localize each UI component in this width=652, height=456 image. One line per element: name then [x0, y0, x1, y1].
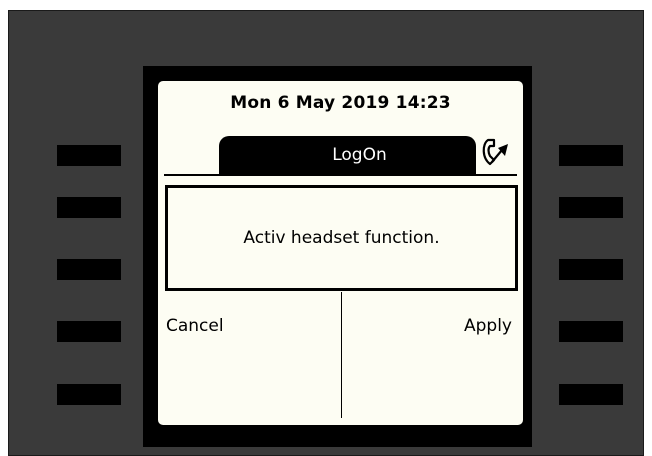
- left-softkey-5[interactable]: [57, 384, 121, 405]
- tab-underline: [164, 174, 517, 176]
- apply-button[interactable]: Apply: [464, 316, 512, 336]
- tab-logon[interactable]: LogOn: [219, 136, 476, 174]
- message-text: Activ headset function.: [243, 228, 440, 248]
- right-softkey-5[interactable]: [559, 384, 623, 405]
- date-time: Mon 6 May 2019 14:23: [230, 93, 451, 113]
- left-softkey-4[interactable]: [57, 321, 121, 342]
- right-softkey-2[interactable]: [559, 197, 623, 218]
- left-softkey-1[interactable]: [57, 145, 121, 166]
- right-softkey-1[interactable]: [559, 145, 623, 166]
- cancel-button[interactable]: Cancel: [166, 316, 224, 336]
- right-softkey-3[interactable]: [559, 259, 623, 280]
- message-box: Activ headset function.: [165, 185, 518, 291]
- phone-handset-arrow-icon: [482, 138, 508, 166]
- action-divider: [341, 292, 342, 418]
- right-softkey-4[interactable]: [559, 321, 623, 342]
- left-softkey-2[interactable]: [57, 197, 121, 218]
- left-softkey-3[interactable]: [57, 259, 121, 280]
- display-screen: Mon 6 May 2019 14:23 LogOn Activ headset…: [158, 81, 523, 425]
